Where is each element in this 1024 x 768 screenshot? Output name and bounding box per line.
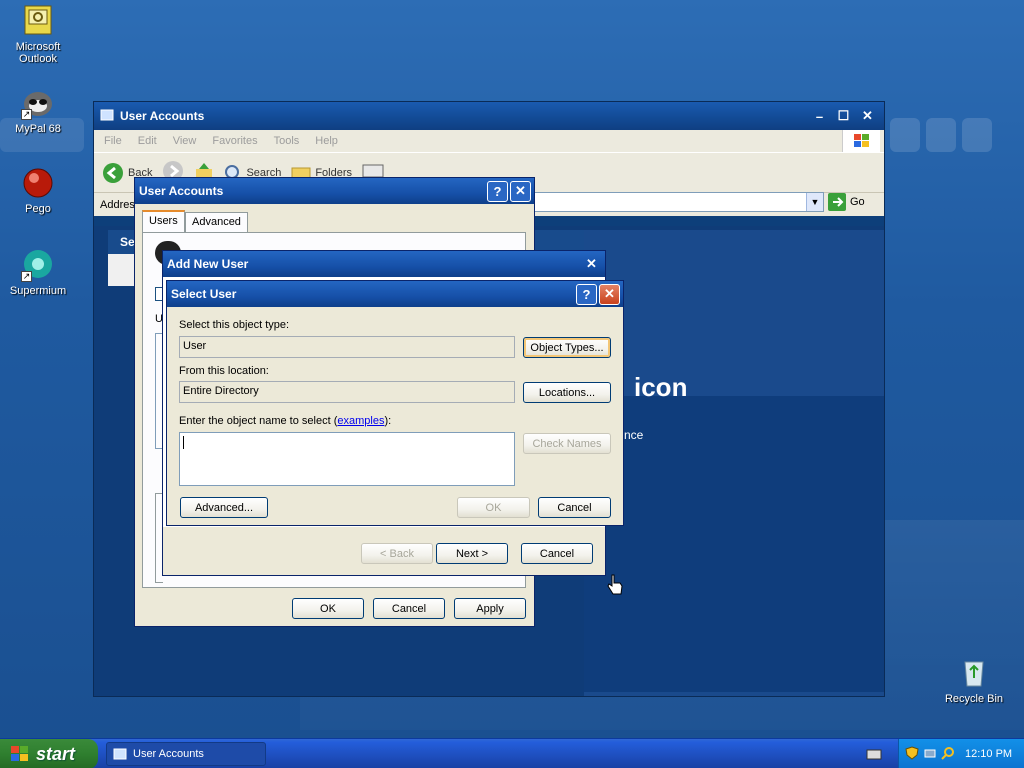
- go-button[interactable]: Go: [828, 193, 865, 211]
- menu-favorites[interactable]: Favorites: [212, 135, 257, 147]
- location-label: From this location:: [179, 365, 269, 377]
- window-title: User Accounts: [120, 109, 205, 123]
- select-user-title: Select User: [171, 287, 237, 301]
- mypal-icon: ↗: [21, 86, 55, 120]
- desktop-icon-label: Supermium: [9, 285, 67, 297]
- close-button[interactable]: ✕: [581, 254, 602, 275]
- windows-logo-icon: [11, 746, 28, 761]
- object-name-input[interactable]: [179, 432, 515, 486]
- menu-tools[interactable]: Tools: [274, 135, 300, 147]
- content-heading: icon: [634, 372, 688, 402]
- next-button[interactable]: Next >: [436, 543, 508, 564]
- desktop-icon-label: Recycle Bin: [944, 693, 1004, 705]
- menu-view[interactable]: View: [173, 135, 197, 147]
- enter-label-suffix: ):: [384, 415, 392, 427]
- enter-object-label: Enter the object name to select (example…: [179, 415, 391, 427]
- menu-help[interactable]: Help: [315, 135, 338, 147]
- supermium-icon: ↗: [21, 248, 55, 282]
- window-icon: [100, 108, 114, 125]
- desktop-tiles: [890, 118, 1024, 154]
- shortcut-arrow-icon: ↗: [21, 271, 32, 282]
- recycle-bin-icon: [957, 656, 991, 690]
- select-user-titlebar[interactable]: Select User ? ✕: [167, 281, 623, 307]
- back-arrow-icon: [103, 162, 123, 183]
- desktop-icon-label: Microsoft: [15, 41, 61, 53]
- keyboard-icon[interactable]: [866, 747, 882, 764]
- desktop-icon-label: Outlook: [19, 53, 57, 65]
- select-user-dialog: Select User ? ✕ Select this object type:…: [166, 280, 624, 526]
- tile: [962, 118, 992, 152]
- shortcut-arrow-icon: ↗: [21, 109, 32, 120]
- taskbar-item-label: User Accounts: [133, 748, 204, 760]
- cancel-button[interactable]: Cancel: [521, 543, 593, 564]
- examples-link[interactable]: examples: [337, 415, 384, 427]
- ok-button[interactable]: OK: [457, 497, 530, 518]
- maximize-button[interactable]: ☐: [833, 106, 854, 127]
- taskbar-item-user-accounts[interactable]: User Accounts: [106, 742, 266, 766]
- tab-advanced[interactable]: Advanced: [185, 212, 248, 232]
- add-new-user-title: Add New User: [167, 257, 249, 271]
- start-label: start: [36, 743, 76, 764]
- back-button[interactable]: < Back: [361, 543, 433, 564]
- security-shield-icon[interactable]: [905, 745, 919, 763]
- help-button[interactable]: ?: [487, 180, 508, 202]
- panel-header-text: Se: [120, 235, 135, 249]
- network-icon[interactable]: [923, 746, 937, 763]
- desktop-icon-label: MyPal 68: [15, 123, 61, 135]
- check-names-button[interactable]: Check Names: [523, 433, 611, 454]
- add-new-user-titlebar[interactable]: Add New User ✕: [163, 251, 605, 277]
- go-arrow-icon: [828, 193, 846, 211]
- address-input[interactable]: ▼: [534, 192, 824, 212]
- desktop-icon-supermium[interactable]: ↗ Supermium: [0, 248, 76, 297]
- pego-icon: [21, 166, 55, 200]
- cancel-button[interactable]: Cancel: [373, 598, 445, 619]
- system-tray: 12:10 PM: [898, 739, 1024, 768]
- location-field: Entire Directory: [179, 381, 515, 403]
- text-caret: [183, 436, 184, 449]
- object-type-field: User: [179, 336, 515, 358]
- object-type-label: Select this object type:: [179, 319, 290, 331]
- user-accounts-title: User Accounts: [139, 184, 224, 198]
- tile: [890, 118, 920, 152]
- close-button[interactable]: ✕: [857, 106, 878, 127]
- help-button[interactable]: ?: [576, 283, 597, 305]
- window-icon: [113, 748, 127, 760]
- go-label: Go: [850, 196, 865, 208]
- cancel-button[interactable]: Cancel: [538, 497, 611, 518]
- desktop-icon-pego[interactable]: Pego: [0, 166, 76, 215]
- desktop-icon-recycle-bin[interactable]: Recycle Bin: [936, 656, 1012, 705]
- address-dropdown-icon[interactable]: ▼: [806, 193, 823, 211]
- tab-users[interactable]: Users: [142, 210, 185, 233]
- enter-label-prefix: Enter the object name to select (: [179, 415, 338, 427]
- content-text: nce: [624, 428, 644, 442]
- taskbar: start User Accounts 12:10 PM: [0, 738, 1024, 768]
- close-button[interactable]: ✕: [510, 180, 531, 202]
- desktop-icon-mypal[interactable]: ↗ MyPal 68: [0, 86, 76, 135]
- menu-file[interactable]: File: [104, 135, 122, 147]
- object-types-button[interactable]: Object Types...: [523, 337, 611, 358]
- menu-edit[interactable]: Edit: [138, 135, 157, 147]
- desktop-icon-label: Pego: [25, 203, 51, 215]
- advanced-button[interactable]: Advanced...: [180, 497, 268, 518]
- close-button[interactable]: ✕: [599, 283, 620, 305]
- clock[interactable]: 12:10 PM: [965, 748, 1012, 760]
- windows-logo-icon: [842, 130, 880, 152]
- menu-bar: File Edit View Favorites Tools Help: [94, 130, 884, 152]
- hand-cursor-icon: [606, 574, 624, 599]
- outlook-icon: [21, 4, 55, 38]
- search-tray-icon[interactable]: [941, 746, 955, 763]
- start-button[interactable]: start: [0, 739, 98, 768]
- apply-button[interactable]: Apply: [454, 598, 526, 619]
- ok-button[interactable]: OK: [292, 598, 364, 619]
- minimize-button[interactable]: –: [809, 106, 830, 127]
- desktop-icon-outlook[interactable]: Microsoft Outlook: [0, 4, 76, 65]
- user-accounts-titlebar[interactable]: User Accounts ? ✕: [135, 178, 534, 204]
- explorer-titlebar[interactable]: User Accounts – ☐ ✕: [94, 102, 884, 130]
- tile: [926, 118, 956, 152]
- locations-button[interactable]: Locations...: [523, 382, 611, 403]
